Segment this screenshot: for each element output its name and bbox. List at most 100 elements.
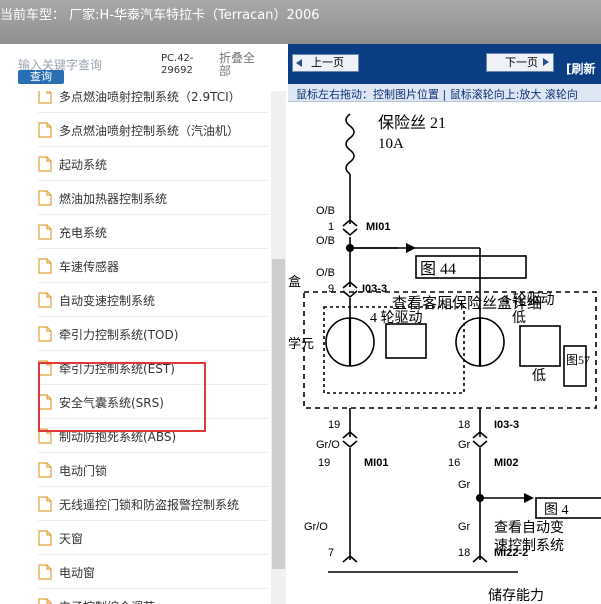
indicator-box bbox=[385, 323, 427, 359]
tree-item[interactable]: 电动窗 bbox=[38, 555, 268, 589]
scrollbar-thumb[interactable] bbox=[272, 259, 285, 569]
window-title: 当前车型： 厂家:H-华泰汽车特拉卡（Terracan）2006 bbox=[0, 8, 320, 23]
tree-item-label: 牵引力控制系统(TOD) bbox=[59, 328, 179, 342]
tree-item-label: 制动防抱死系统(ABS) bbox=[59, 430, 177, 444]
arrow-left-icon bbox=[296, 59, 302, 67]
system-tree: 多点燃油喷射控制系统（2.9TCI） 多点燃油喷射控制系统（汽油机） 起动系统燃油加… bbox=[0, 91, 270, 604]
connector-chevron-4 bbox=[472, 440, 488, 449]
pc-code-label: PC.42-29692 bbox=[161, 53, 194, 76]
wire-gr-o-label-2: Gr/O bbox=[304, 521, 328, 533]
document-icon bbox=[38, 394, 52, 410]
connector-chevron-1 bbox=[342, 228, 358, 237]
fuse-symbol bbox=[345, 113, 355, 175]
tree-item[interactable]: 安全气囊系统(SRS) bbox=[38, 385, 268, 419]
prev-page-button[interactable]: 上一页 bbox=[292, 54, 359, 72]
tree-item[interactable]: 天窗 bbox=[38, 521, 268, 555]
wire-ob-label-1: O/B bbox=[316, 205, 335, 217]
search-button[interactable]: 查询 bbox=[18, 70, 64, 84]
document-icon bbox=[38, 598, 52, 604]
left-panel: 输入关键字查询 查询 PC.42-29692 折叠全部 多点燃油喷射控制系统（2… bbox=[0, 44, 288, 604]
tree-item[interactable]: 制动防抱死系统(ABS) bbox=[38, 419, 268, 453]
low-small-label: 低 bbox=[532, 368, 546, 384]
arrow-head-fuse-box bbox=[406, 243, 416, 253]
hint-bar: 鼠标左右拖动：控制图片位置 | 鼠标滚轮向上:放大 滚轮向 bbox=[288, 84, 601, 102]
tree-item-label: 无线遥控门锁和防盗报警控制系统 bbox=[59, 498, 240, 512]
pin-7-label: 7 bbox=[328, 547, 334, 559]
fig44-label-top: 图 44 bbox=[420, 261, 456, 278]
tree-item-label: 多点燃油喷射控制系统（2.9TCI） bbox=[59, 91, 241, 104]
arrow-head-auto-trans bbox=[524, 493, 534, 503]
see-auto-label: 查看自动变 bbox=[494, 520, 564, 536]
tree-item-label: 天窗 bbox=[59, 532, 84, 546]
fig57-label: 图57 bbox=[566, 353, 590, 367]
tree-item[interactable]: 多点燃油喷射控制系统（汽油机） bbox=[38, 113, 268, 147]
document-icon bbox=[38, 156, 52, 172]
tree-item[interactable]: 牵引力控制系统(TOD) bbox=[38, 317, 268, 351]
tree-item[interactable]: 牵引力控制系统(EST) bbox=[38, 351, 268, 385]
tree-item[interactable]: 无线遥控门锁和防盗报警控制系统 bbox=[38, 487, 268, 521]
refresh-link[interactable]: [刷新 bbox=[566, 60, 596, 77]
document-icon bbox=[38, 91, 52, 104]
tree-item-label: 电子控制综合调节 bbox=[59, 598, 155, 604]
tree-item[interactable]: 车速传感器 bbox=[38, 249, 268, 283]
wire-ob-label-3: O/B bbox=[316, 267, 335, 279]
connector-mi01-bottom: MI01 bbox=[364, 457, 388, 469]
low-indicator-box bbox=[519, 325, 561, 367]
document-icon bbox=[38, 530, 52, 546]
storage-label: 储存能力 bbox=[488, 588, 544, 604]
connector-mi22-2: MI22-2 bbox=[494, 547, 528, 559]
tree-item-label: 电动门锁 bbox=[59, 464, 108, 478]
panel-fragment: 学元 bbox=[288, 336, 314, 351]
document-icon bbox=[38, 564, 52, 580]
prev-page-label: 上一页 bbox=[311, 56, 344, 69]
next-page-label: 下一页 bbox=[505, 56, 538, 69]
fold-all-button[interactable]: 折叠全部 bbox=[219, 52, 259, 78]
tree-item-label: 车速传感器 bbox=[59, 260, 120, 274]
tree-item-label: 多点燃油喷射控制系统（汽油机） bbox=[59, 124, 240, 138]
hint-text: 鼠标左右拖动：控制图片位置 | 鼠标滚轮向上:放大 滚轮向 bbox=[296, 88, 578, 101]
tree-item[interactable]: 充电系统 bbox=[38, 215, 268, 249]
connector-mi01-top: MI01 bbox=[366, 221, 390, 233]
pin-16-label: 16 bbox=[448, 457, 460, 469]
wiring-diagram[interactable]: 保险丝 21 10A 盒 图 44 查看客厢保险丝盒详细 4 轮驱动 低 4 轮… bbox=[288, 102, 601, 604]
tree-item-label: 安全气囊系统(SRS) bbox=[59, 396, 164, 410]
tree-item-label: 燃油加热器控制系统 bbox=[59, 192, 168, 206]
tree-item[interactable]: 起动系统 bbox=[38, 147, 268, 181]
wiring-diagram-svg[interactable]: 保险丝 21 10A 盒 图 44 查看客厢保险丝盒详细 4 轮驱动 低 4 轮… bbox=[288, 102, 601, 604]
tree-item[interactable]: 自动变速控制系统 bbox=[38, 283, 268, 317]
tree-item-label: 自动变速控制系统 bbox=[59, 294, 156, 308]
fuse-label: 保险丝 21 bbox=[378, 114, 446, 132]
document-icon bbox=[38, 360, 52, 376]
diagram-viewer: 上一页 下一页 [刷新 鼠标左右拖动：控制图片位置 | 鼠标滚轮向上:放大 滚轮… bbox=[288, 44, 601, 604]
pin-9-label: 9 bbox=[328, 283, 334, 295]
tree-item-label: 充电系统 bbox=[59, 226, 108, 240]
document-icon bbox=[38, 122, 52, 138]
document-icon bbox=[38, 326, 52, 342]
title-bar: 当前车型： 厂家:H-华泰汽车特拉卡（Terracan）2006 bbox=[0, 0, 601, 44]
document-icon bbox=[38, 258, 52, 274]
arrow-right-icon bbox=[543, 58, 549, 66]
document-icon bbox=[38, 190, 52, 206]
tree-item[interactable]: 电动门锁 bbox=[38, 453, 268, 487]
document-icon bbox=[38, 428, 52, 444]
tree-item[interactable]: 燃油加热器控制系统 bbox=[38, 181, 268, 215]
next-page-button[interactable]: 下一页 bbox=[486, 53, 554, 72]
pin-19a-label: 19 bbox=[328, 419, 340, 431]
box-left-fragment: 盒 bbox=[288, 274, 301, 289]
wire-gr-label-2: Gr bbox=[458, 479, 471, 491]
pin-1-label: 1 bbox=[328, 221, 334, 233]
viewer-toolbar: 上一页 下一页 [刷新 bbox=[288, 44, 601, 84]
pin-18a-label: 18 bbox=[458, 419, 470, 431]
tree-item[interactable]: 多点燃油喷射控制系统（2.9TCI） bbox=[38, 91, 268, 113]
junction-dot-1 bbox=[346, 244, 354, 252]
connector-i03-3-bottom: I03-3 bbox=[494, 419, 519, 431]
wire-gr-o-label-1: Gr/O bbox=[316, 439, 340, 451]
fig4-label-bottom: 图 4 bbox=[544, 503, 569, 518]
tree-item[interactable]: 电子控制综合调节 bbox=[38, 589, 268, 604]
four-wd-dashed-label: 4 轮驱动 bbox=[502, 292, 555, 308]
document-icon bbox=[38, 462, 52, 478]
wire-gr-label-1: Gr bbox=[458, 439, 471, 451]
tree-item-label: 起动系统 bbox=[59, 158, 108, 172]
connector-i03-3-top: I03-3 bbox=[362, 283, 387, 295]
wire-gr-label-3: Gr bbox=[458, 521, 471, 533]
